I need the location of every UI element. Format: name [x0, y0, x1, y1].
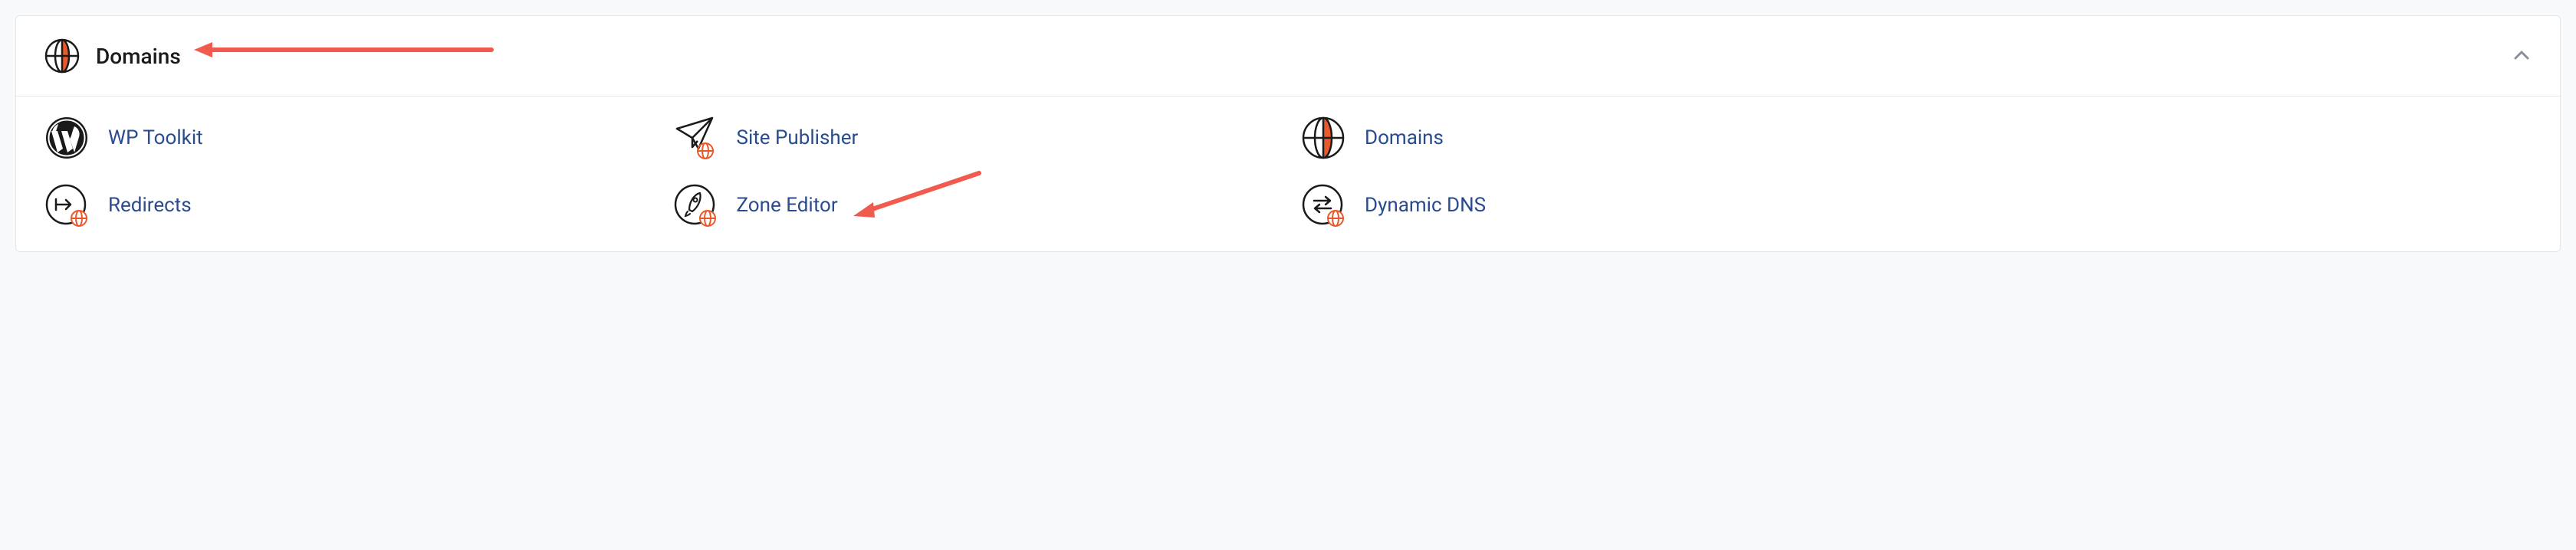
empty-cell	[1929, 115, 2533, 161]
paper-plane-globe-icon	[672, 115, 718, 161]
domains-panel: Domains WP Toolkit	[15, 15, 2561, 252]
annotation-arrow-header	[192, 34, 499, 65]
feature-dynamic-dns[interactable]: Dynamic DNS	[1300, 182, 1904, 228]
feature-label: Domains	[1365, 126, 1444, 149]
feature-site-publisher[interactable]: Site Publisher	[672, 115, 1276, 161]
exchange-globe-icon	[1300, 182, 1346, 228]
panel-title: Domains	[96, 44, 181, 69]
redirect-globe-icon	[44, 182, 90, 228]
globe-icon	[44, 38, 80, 74]
panel-body: WP Toolkit Site Publisher	[16, 97, 2560, 251]
feature-label: Redirects	[108, 194, 192, 217]
feature-label: Site Publisher	[737, 126, 859, 149]
empty-cell	[1929, 182, 2533, 228]
feature-zone-editor[interactable]: Zone Editor	[672, 182, 1276, 228]
feature-label: Dynamic DNS	[1365, 194, 1486, 217]
wordpress-icon	[44, 115, 90, 161]
globe-icon	[1300, 115, 1346, 161]
feature-redirects[interactable]: Redirects	[44, 182, 648, 228]
feature-domains[interactable]: Domains	[1300, 115, 1904, 161]
annotation-arrow-zone-editor	[849, 167, 987, 228]
feature-wp-toolkit[interactable]: WP Toolkit	[44, 115, 648, 161]
chevron-up-icon[interactable]	[2511, 45, 2532, 67]
rocket-globe-icon	[672, 182, 718, 228]
feature-label: Zone Editor	[737, 194, 838, 217]
feature-label: WP Toolkit	[108, 126, 203, 149]
panel-header[interactable]: Domains	[16, 16, 2560, 97]
